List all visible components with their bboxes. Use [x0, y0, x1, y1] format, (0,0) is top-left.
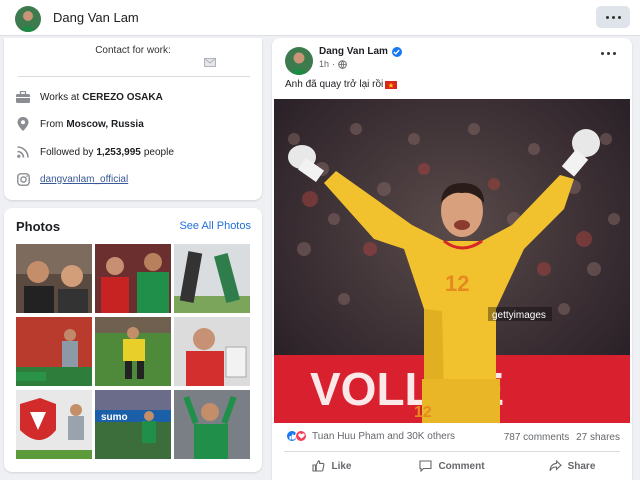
engagement-counts: 787 comments 27 shares: [504, 432, 620, 443]
intro-work: Works at CEREZO OSAKA: [16, 89, 166, 105]
intro-work-prefix: Works at: [40, 91, 80, 103]
separator-dot: ·: [332, 59, 336, 69]
photo-thumbnail[interactable]: [95, 317, 171, 386]
photo-thumbnail[interactable]: [174, 244, 250, 313]
photo-thumbnail[interactable]: [95, 244, 171, 313]
jersey-number: 12: [445, 271, 469, 296]
instagram-link[interactable]: dangvanlam_official: [40, 174, 128, 185]
post-author[interactable]: Dang Van Lam: [319, 46, 402, 57]
more-horizontal-icon: [605, 15, 609, 19]
post-image[interactable]: VOLLIFE 12 12 gettyimages: [274, 99, 630, 423]
intro-instagram: dangvanlam_official: [16, 171, 128, 187]
photos-card: Photos See All Photos sumo: [4, 208, 262, 472]
comment-icon: [419, 460, 432, 472]
post-author-name[interactable]: Dang Van Lam: [319, 46, 388, 57]
like-label: Like: [331, 460, 352, 472]
shares-count[interactable]: 27 shares: [576, 432, 620, 443]
post-time[interactable]: 1h: [319, 59, 329, 69]
reactions-text[interactable]: Tuan Huu Pham and 30K others: [312, 431, 455, 442]
intro-followers-suffix: people: [143, 146, 174, 158]
dot: [607, 52, 610, 55]
shorts-number: 12: [414, 404, 432, 421]
post-text: Anh đã quay trở lại rồi: [285, 79, 398, 90]
post-actions: Like Comment Share: [272, 454, 632, 478]
intro-from: From Moscow, Russia: [16, 116, 147, 132]
like-button[interactable]: Like: [272, 454, 392, 478]
photo-thumbnail[interactable]: [16, 317, 92, 386]
post-card: Dang Van Lam 1h · Anh đã quay trở lại rồ…: [272, 38, 632, 480]
share-button[interactable]: Share: [512, 454, 632, 478]
intro-followers: Followed by 1,253,995 people: [16, 144, 174, 160]
profile-header-bar: Dang Van Lam: [0, 0, 640, 36]
thumbs-up-icon: [312, 460, 325, 472]
dot: [611, 15, 615, 19]
follower-count: 1,253,995: [96, 146, 141, 158]
intro-followers-prefix: Followed by: [40, 146, 94, 158]
share-arrow-icon: [549, 460, 562, 472]
photo-thumbnail[interactable]: [174, 390, 250, 459]
svg-text:sumo: sumo: [101, 412, 128, 423]
more-horizontal-icon: [601, 52, 604, 55]
post-author-avatar[interactable]: [285, 47, 313, 75]
rss-icon: [16, 145, 30, 159]
intro-from-value[interactable]: Moscow, Russia: [66, 119, 143, 130]
photo-thumbnail[interactable]: [16, 244, 92, 313]
comment-label: Comment: [438, 460, 485, 472]
intro-card: Contact for work: Works at CEREZO OSAKA …: [4, 38, 262, 200]
divider: [284, 451, 620, 452]
see-all-photos-link[interactable]: See All Photos: [179, 220, 251, 232]
location-pin-icon: [16, 117, 30, 131]
share-label: Share: [567, 460, 596, 472]
love-reaction-icon: [295, 430, 307, 442]
avatar[interactable]: [15, 6, 41, 32]
post-text-content: Anh đã quay trở lại rồi: [285, 79, 384, 90]
dot: [613, 52, 616, 55]
photo-thumbnail[interactable]: [174, 317, 250, 386]
instagram-icon: [16, 172, 30, 186]
post-timestamp[interactable]: 1h ·: [319, 59, 347, 69]
photo-thumbnail[interactable]: [16, 390, 92, 459]
globe-icon: [338, 59, 347, 69]
mail-icon[interactable]: [204, 58, 216, 67]
image-watermark: gettyimages: [492, 310, 546, 321]
profile-name[interactable]: Dang Van Lam: [53, 10, 139, 25]
dot: [617, 15, 621, 19]
comments-count[interactable]: 787 comments: [504, 432, 570, 443]
contact-label: Contact for work:: [95, 45, 171, 56]
vietnam-flag-icon: [385, 80, 398, 89]
divider: [18, 76, 250, 77]
verified-badge-icon: [391, 46, 402, 57]
intro-work-value[interactable]: CEREZO OSAKA: [82, 92, 163, 103]
intro-from-prefix: From: [40, 118, 64, 130]
more-options-button[interactable]: [596, 6, 630, 28]
briefcase-icon: [16, 90, 30, 104]
photos-title: Photos: [16, 219, 61, 234]
post-more-options-button[interactable]: [601, 52, 616, 55]
comment-button[interactable]: Comment: [392, 454, 512, 478]
photo-thumbnail[interactable]: sumo: [95, 390, 171, 459]
reactions-summary[interactable]: Tuan Huu Pham and 30K others: [286, 430, 455, 442]
